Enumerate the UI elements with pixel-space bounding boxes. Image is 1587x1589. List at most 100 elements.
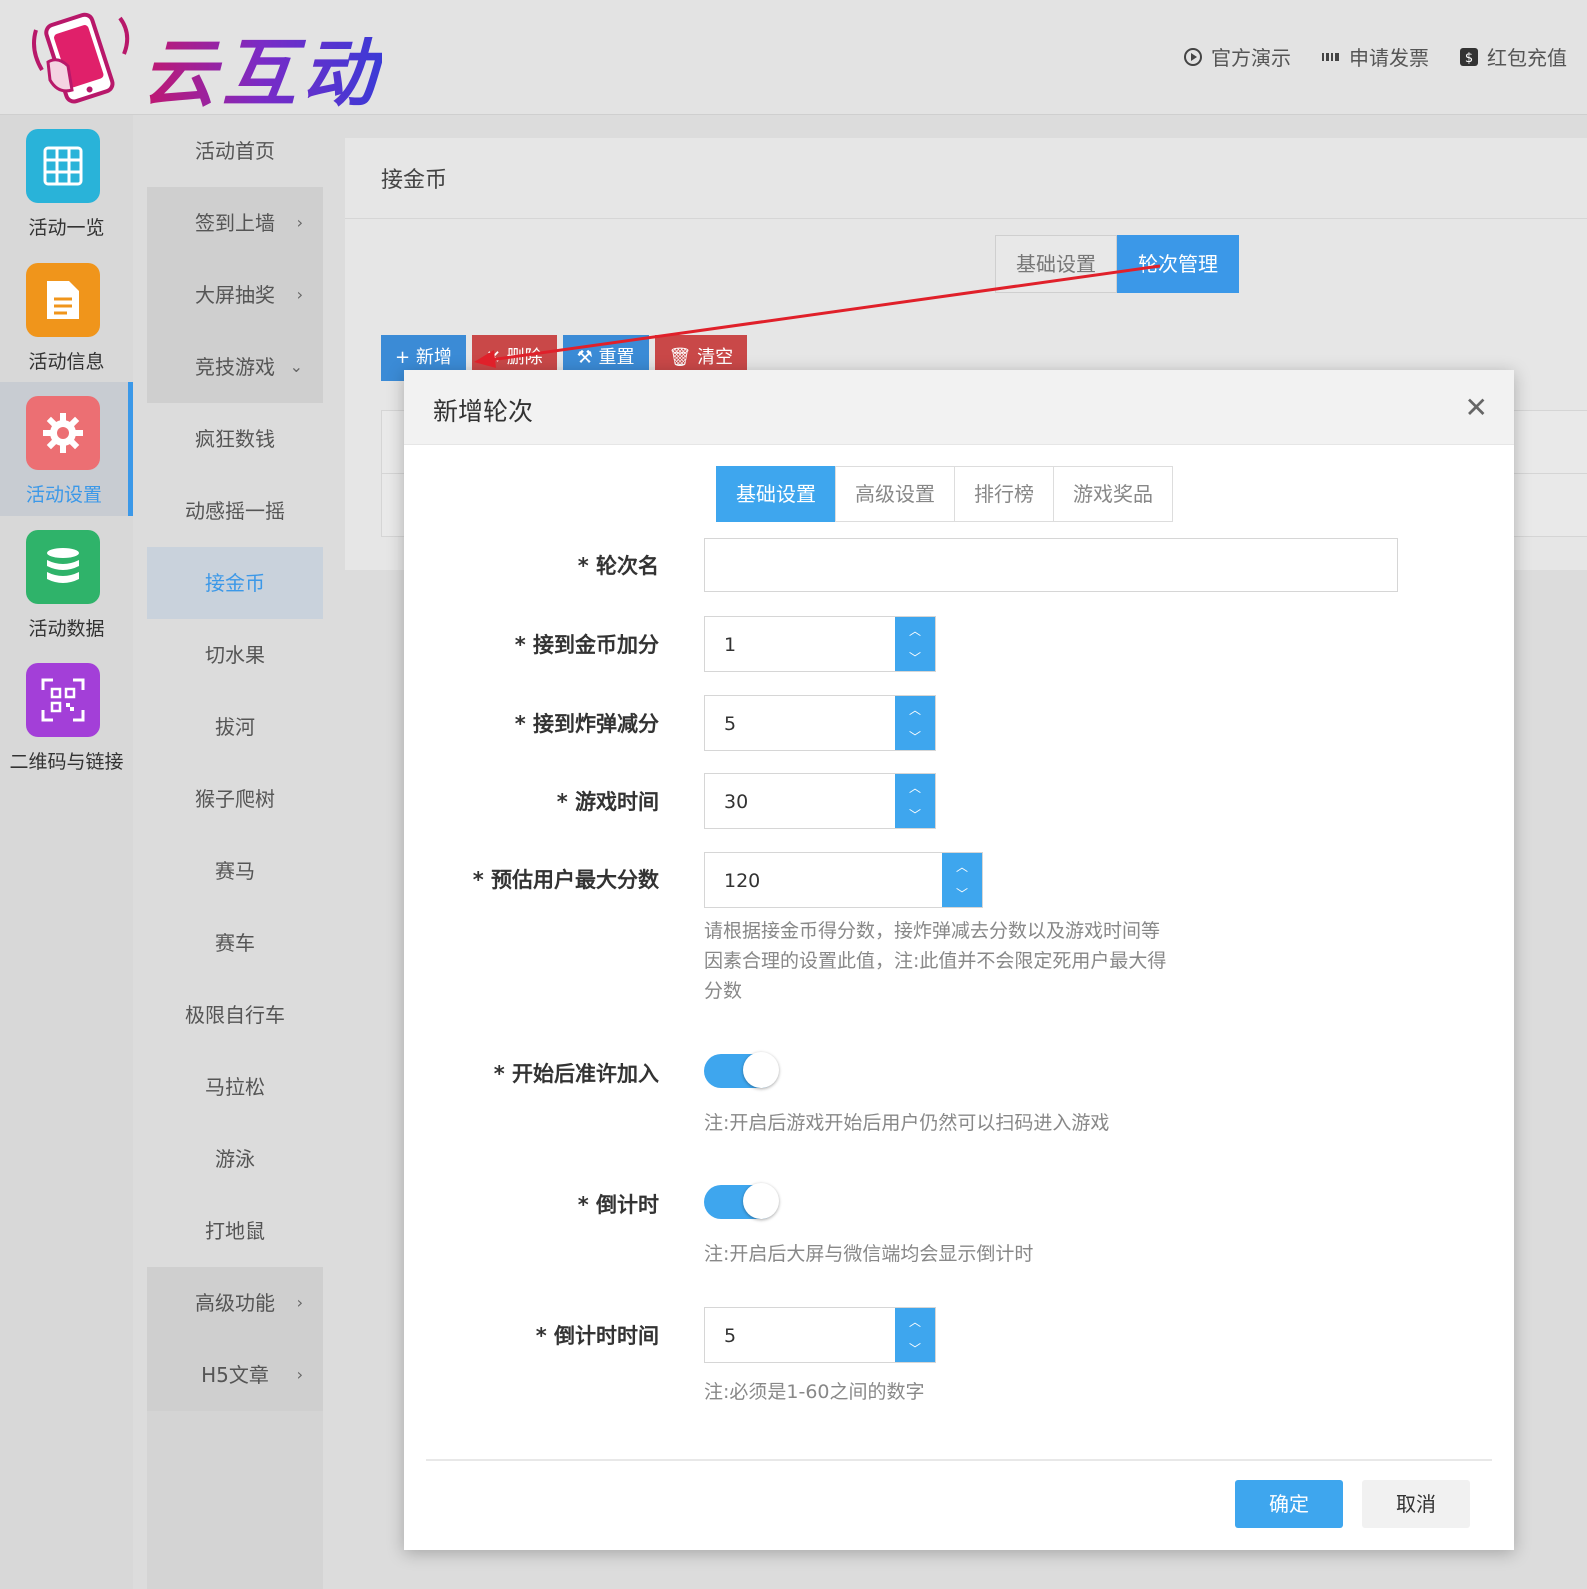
chevron-down-icon[interactable]: ﹀ (895, 644, 935, 671)
submenu-item-whack-mole[interactable]: 打地鼠 (147, 1195, 323, 1267)
submenu-item-big-screen-lottery[interactable]: 大屏抽奖 › (147, 259, 323, 331)
submenu-label: 极限自行车 (185, 1003, 285, 1027)
submenu-item-shake[interactable]: 动感摇一摇 (147, 475, 323, 547)
reset-label: 重置 (598, 347, 635, 368)
chevron-down-icon[interactable]: ﹀ (895, 801, 935, 828)
chevron-right-icon: › (296, 1293, 303, 1312)
submenu-item-checkin-wall[interactable]: 签到上墙 › (147, 187, 323, 259)
max-score-help: 请根据接金币得分数，接炸弹减去分数以及游戏时间等 因素合理的设置此值，注:此值并… (704, 916, 1166, 1006)
rail-item-activity-settings[interactable]: 活动设置 (0, 382, 133, 516)
bomb-penalty-stepper[interactable]: 5 ︿ ﹀ (704, 695, 936, 751)
chevron-up-icon[interactable]: ︿ (942, 853, 982, 880)
cancel-button[interactable]: 取消 (1362, 1480, 1470, 1528)
submenu-label: 马拉松 (205, 1075, 265, 1099)
dollar-icon: $ (1460, 47, 1478, 66)
chevron-up-icon[interactable]: ︿ (895, 696, 935, 723)
tab-leaderboard[interactable]: 排行榜 (954, 466, 1054, 522)
submenu-label: 动感摇一摇 (185, 499, 285, 523)
confirm-button[interactable]: 确定 (1235, 1480, 1343, 1528)
logo-text: 云互动 (142, 14, 382, 121)
tab-basic-settings[interactable]: 基础设置 (995, 235, 1117, 293)
countdown-time-label: * 倒计时时间 (535, 1324, 659, 1348)
coin-score-value: 1 (724, 634, 737, 656)
submenu-item-monkey-climb[interactable]: 猴子爬树 (147, 763, 323, 835)
submenu-label: 拔河 (215, 715, 255, 739)
header-links: 官方演示 申请发票 $ 红包充值 (1183, 42, 1567, 71)
chevron-down-icon[interactable]: ﹀ (895, 723, 935, 750)
help-line: 分数 (704, 980, 743, 1002)
chevron-down-icon: ⌄ (289, 357, 303, 376)
submenu-item-marathon[interactable]: 马拉松 (147, 1051, 323, 1123)
countdown-help: 注:开启后大屏与微信端均会显示倒计时 (704, 1243, 1034, 1265)
help-line: 因素合理的设置此值，注:此值并不会限定死用户最大得 (704, 950, 1167, 972)
submenu-label: 打地鼠 (205, 1219, 265, 1243)
phone-logo-icon (32, 12, 130, 104)
submenu-label: 接金币 (205, 571, 265, 595)
submenu-label: 切水果 (205, 643, 265, 667)
countdown-time-stepper[interactable]: 5 ︿ ﹀ (704, 1307, 936, 1363)
submenu-item-car-race[interactable]: 赛车 (147, 907, 323, 979)
countdown-toggle[interactable] (704, 1183, 779, 1219)
icon-rail: 活动一览 活动信息 活动设置 活动数据 二维码与链接 (0, 115, 133, 1589)
gear-icon (26, 396, 100, 470)
submenu-item-horse-race[interactable]: 赛马 (147, 835, 323, 907)
spinner: ︿ ﹀ (942, 853, 982, 907)
grid-icon (26, 129, 100, 203)
allow-join-toggle[interactable] (704, 1052, 779, 1088)
submenu-item-fruit-cut[interactable]: 切水果 (147, 619, 323, 691)
round-name-label: * 轮次名 (577, 554, 659, 578)
official-demo-link[interactable]: 官方演示 (1183, 42, 1291, 71)
coin-score-stepper[interactable]: 1 ︿ ﹀ (704, 616, 936, 672)
submenu-label: 活动首页 (195, 139, 275, 163)
invoice-link[interactable]: 申请发票 (1321, 42, 1429, 71)
secondary-menu: 活动首页 签到上墙 › 大屏抽奖 › 竞技游戏 ⌄ 疯狂数钱 动感摇一摇 接金币 切水… (147, 115, 323, 1589)
spinner: ︿ ﹀ (895, 774, 935, 828)
tab-round-management[interactable]: 轮次管理 (1117, 235, 1239, 293)
submenu-item-money-count[interactable]: 疯狂数钱 (147, 403, 323, 475)
divider (426, 1459, 1492, 1461)
play-circle-icon (1184, 47, 1202, 66)
recharge-link[interactable]: $ 红包充值 (1459, 42, 1567, 71)
submenu-label: 竞技游戏 (195, 355, 275, 379)
tab-advanced-settings[interactable]: 高级设置 (835, 466, 955, 522)
chevron-up-icon[interactable]: ︿ (895, 617, 935, 644)
qrcode-icon (26, 663, 100, 737)
submenu-item-h5-article[interactable]: H5文章 › (147, 1339, 323, 1411)
submenu-label: 签到上墙 (195, 211, 275, 235)
game-time-stepper[interactable]: 30 ︿ ﹀ (704, 773, 936, 829)
max-score-stepper[interactable]: 120 ︿ ﹀ (704, 852, 983, 908)
clear-label: 清空 (697, 347, 734, 368)
tab-basic-settings[interactable]: 基础设置 (716, 466, 836, 522)
rail-item-activity-info[interactable]: 活动信息 (0, 249, 133, 383)
recharge-label: 红包充值 (1487, 46, 1567, 70)
rail-item-activity-data[interactable]: 活动数据 (0, 516, 133, 650)
chevron-up-icon[interactable]: ︿ (895, 1308, 935, 1335)
dialog-title: 新增轮次 (433, 397, 534, 426)
help-line: 请根据接金币得分数，接炸弹减去分数以及游戏时间等 (704, 920, 1161, 942)
close-icon: ✕ (485, 347, 501, 368)
chevron-down-icon[interactable]: ﹀ (895, 1335, 935, 1362)
close-icon[interactable]: ✕ (1465, 394, 1488, 422)
rail-label: 活动数据 (28, 618, 105, 640)
submenu-item-tug-of-war[interactable]: 拔河 (147, 691, 323, 763)
submenu-item-advanced[interactable]: 高级功能 › (147, 1267, 323, 1339)
submenu-item-extreme-bike[interactable]: 极限自行车 (147, 979, 323, 1051)
rail-item-qrcode[interactable]: 二维码与链接 (0, 649, 133, 783)
countdown-time-help: 注:必须是1-60之间的数字 (704, 1381, 925, 1403)
submenu-item-activity-home[interactable]: 活动首页 (147, 115, 323, 187)
tab-game-prizes[interactable]: 游戏奖品 (1053, 466, 1173, 522)
svg-text:$: $ (1465, 51, 1473, 66)
submenu-label: 疯狂数钱 (195, 427, 275, 451)
rail-item-activity-list[interactable]: 活动一览 (0, 115, 133, 249)
database-icon (26, 530, 100, 604)
submenu-item-swimming[interactable]: 游泳 (147, 1123, 323, 1195)
chevron-down-icon[interactable]: ﹀ (942, 880, 982, 907)
submenu-item-catch-coins[interactable]: 接金币 (147, 547, 323, 619)
rail-label: 活动信息 (28, 351, 105, 373)
round-name-input[interactable] (704, 538, 1398, 592)
chevron-right-icon: › (296, 213, 303, 232)
chevron-up-icon[interactable]: ︿ (895, 774, 935, 801)
document-icon (26, 263, 100, 337)
dialog-header: 新增轮次 ✕ (404, 370, 1514, 445)
submenu-item-competitive-games[interactable]: 竞技游戏 ⌄ (147, 331, 323, 403)
